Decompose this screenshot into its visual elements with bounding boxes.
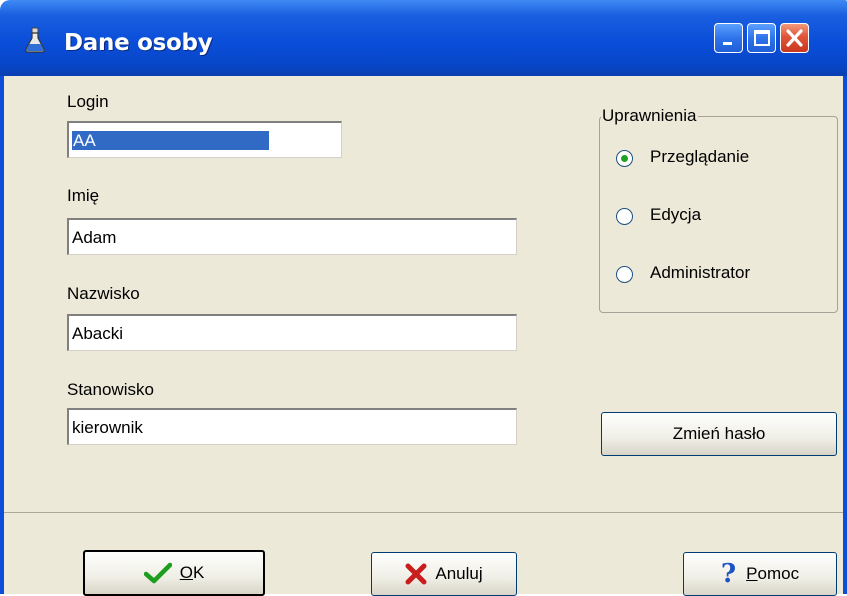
window-title: Dane osoby [64, 30, 213, 56]
minimize-icon [723, 42, 732, 45]
maximize-button[interactable] [747, 23, 776, 53]
radio-label-edycja[interactable]: Edycja [650, 205, 701, 225]
radio-selected-dot [621, 155, 628, 162]
checkmark-icon [143, 562, 172, 584]
help-label: Pomoc [746, 564, 800, 583]
permissions-group [599, 116, 838, 313]
cancel-label: Anuluj [435, 564, 483, 583]
last-name-field[interactable]: Abacki [67, 314, 517, 351]
close-icon [786, 29, 803, 47]
question-mark-icon: ? [720, 559, 737, 589]
login-label: Login [67, 92, 109, 111]
dialog-body: Login AA Imię Adam Nazwisko Abacki Stano… [0, 76, 847, 596]
radio-przegladanie[interactable] [616, 150, 633, 167]
radio-label-administrator[interactable]: Administrator [650, 263, 750, 283]
minimize-button[interactable] [714, 23, 743, 53]
ok-label: OK [179, 563, 205, 582]
ok-button[interactable]: OK [83, 550, 265, 596]
login-field[interactable]: AA [67, 121, 342, 158]
radio-label-przegladanie[interactable]: Przeglądanie [650, 147, 749, 167]
login-value: AA [72, 131, 269, 150]
separator [4, 512, 843, 513]
flask-icon [25, 27, 45, 53]
help-button[interactable]: ? Pomoc [683, 552, 837, 596]
change-password-button[interactable]: Zmień hasło [601, 412, 837, 456]
radio-administrator[interactable] [616, 266, 633, 283]
permissions-group-title: Uprawnienia [601, 106, 698, 126]
last-name-label: Nazwisko [67, 284, 140, 303]
title-bar[interactable]: Dane osoby [0, 0, 847, 76]
x-mark-icon [405, 563, 427, 585]
first-name-label: Imię [67, 186, 100, 205]
radio-edycja[interactable] [616, 208, 633, 225]
first-name-field[interactable]: Adam [67, 218, 517, 255]
maximize-icon [754, 30, 770, 46]
dialog-window: Dane osoby Login AA Imię Adam Nazwisko A… [0, 0, 847, 596]
cancel-button[interactable]: Anuluj [371, 552, 517, 596]
position-field[interactable]: kierownik [67, 408, 517, 445]
change-password-label: Zmień hasło [672, 424, 766, 443]
close-button[interactable] [780, 23, 809, 53]
position-label: Stanowisko [67, 380, 154, 399]
